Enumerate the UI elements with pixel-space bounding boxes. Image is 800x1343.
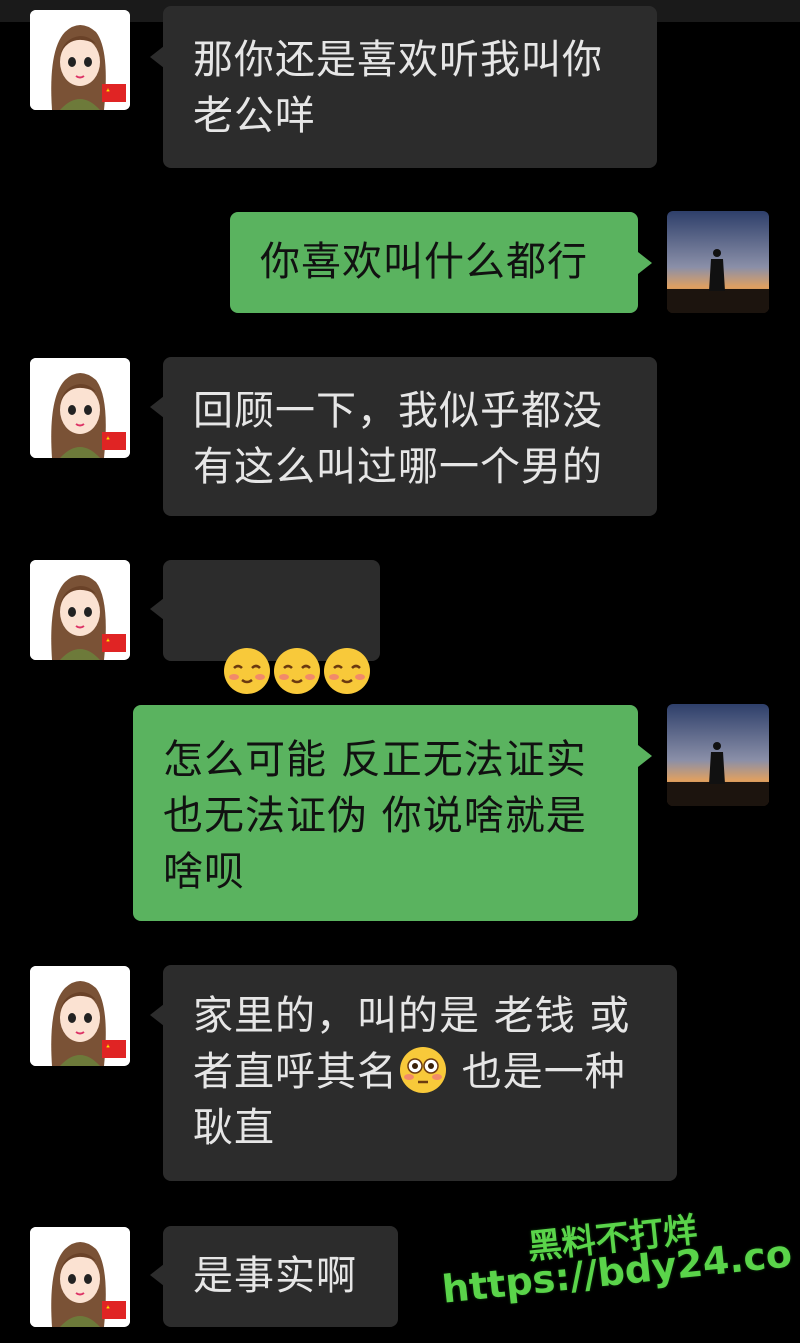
girl-avatar-icon	[30, 1227, 130, 1327]
bubble-tail	[150, 598, 164, 620]
self-avatar[interactable]	[667, 211, 769, 313]
bubble-tail	[638, 252, 652, 274]
contact-avatar[interactable]	[30, 10, 130, 110]
message-bubble-7[interactable]: 是事实啊	[163, 1226, 398, 1327]
message-bubble-4[interactable]	[163, 560, 380, 694]
contact-avatar[interactable]	[30, 560, 130, 660]
girl-avatar-icon	[30, 358, 130, 458]
blush-emoji-icon	[324, 648, 371, 694]
bubble-tail	[638, 745, 652, 767]
bubble-tail	[150, 1004, 164, 1026]
sunset-silhouette-icon	[667, 211, 769, 313]
girl-avatar-icon	[30, 966, 130, 1066]
message-bubble-5[interactable]: 怎么可能 反正无法证实 也无法证伪 你说啥就是 啥呗	[133, 705, 638, 921]
bubble-tail	[150, 1264, 164, 1286]
self-avatar[interactable]	[667, 704, 769, 806]
sunset-silhouette-icon	[667, 704, 769, 806]
blush-emoji-icon	[274, 648, 321, 694]
message-bubble-3[interactable]: 回顾一下，我似乎都没 有这么叫过哪一个男的	[163, 357, 657, 516]
message-bubble-6[interactable]: 家里的，叫的是 老钱 或 者直呼其名 也是一种 耿直	[163, 965, 677, 1181]
girl-avatar-icon	[30, 10, 130, 110]
message-bubble-1[interactable]: 那你还是喜欢听我叫你 老公咩	[163, 6, 657, 168]
contact-avatar[interactable]	[30, 966, 130, 1066]
bubble-tail	[150, 46, 164, 68]
bubble-tail	[150, 396, 164, 418]
blush-emoji-icon	[224, 648, 271, 694]
message-bubble-2[interactable]: 你喜欢叫什么都行	[230, 212, 638, 313]
contact-avatar[interactable]	[30, 1227, 130, 1327]
contact-avatar[interactable]	[30, 358, 130, 458]
flushed-emoji-icon	[400, 1047, 446, 1093]
girl-avatar-icon	[30, 560, 130, 660]
